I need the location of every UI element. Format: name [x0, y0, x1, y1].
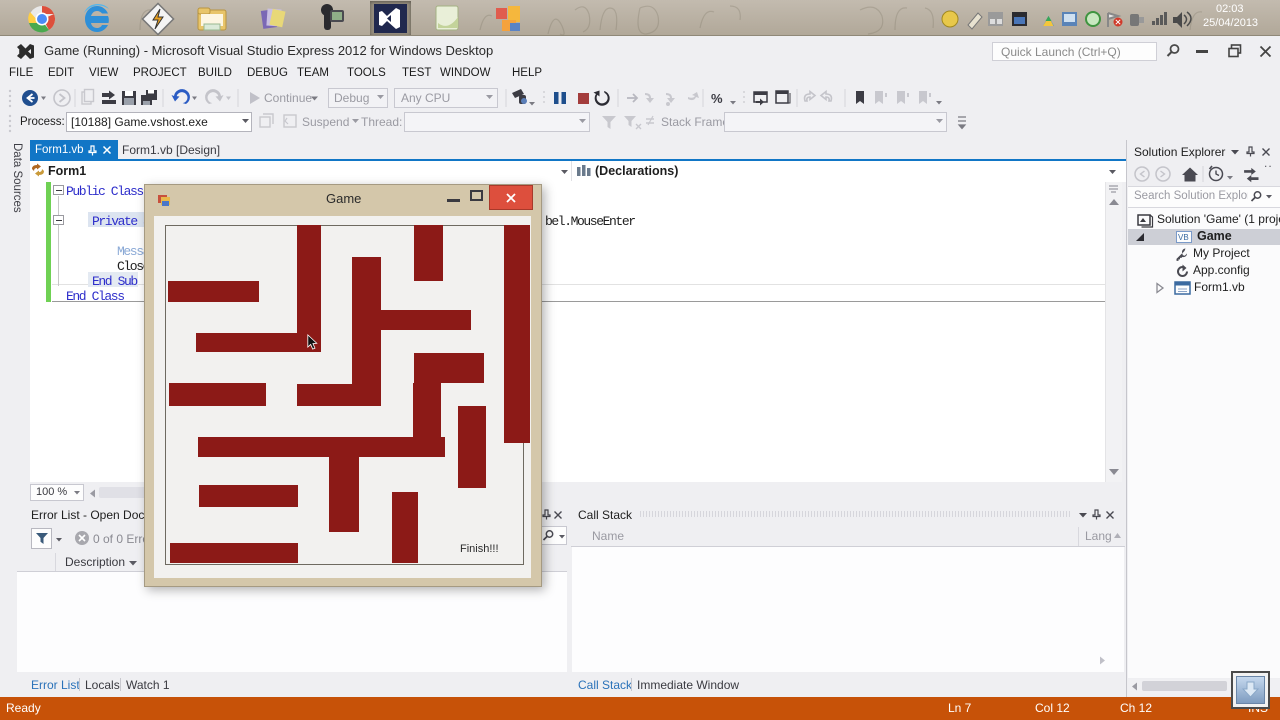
svg-text:%: %: [711, 91, 723, 106]
